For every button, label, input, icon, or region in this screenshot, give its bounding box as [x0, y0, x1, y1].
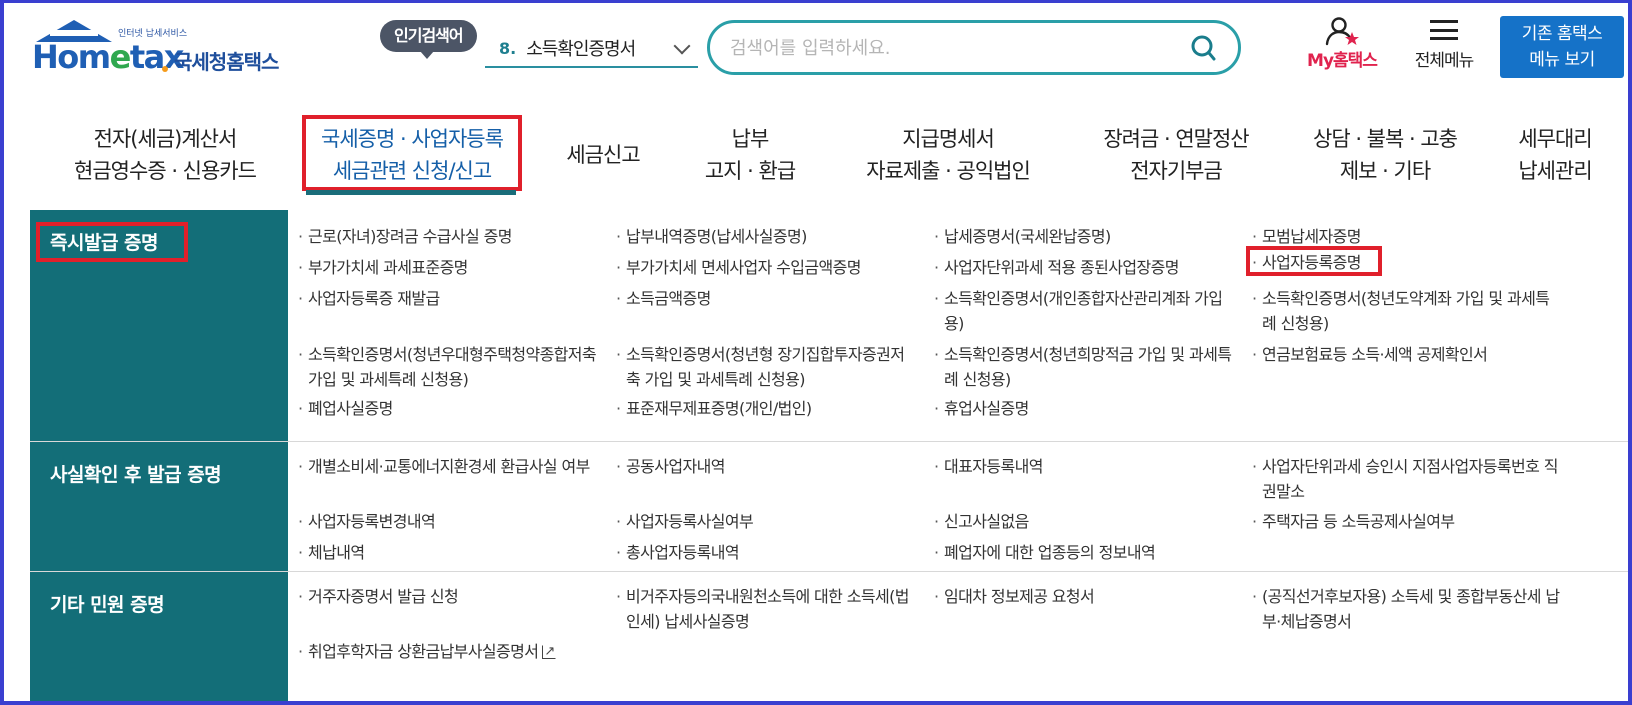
submenu-panel: 즉시발급 증명 근로(자녀)장려금 수급사실 증명 납부내역증명(납세사실증명)…	[30, 210, 1628, 705]
submenu-item[interactable]: 소득금액증명	[616, 286, 926, 311]
submenu-item[interactable]: 체납내역	[298, 540, 608, 565]
submenu-item[interactable]: 사업자단위과세 적용 종된사업장증명	[934, 255, 1244, 280]
my-hometax-label: My홈택스	[1307, 51, 1378, 71]
submenu-item[interactable]: 소득확인증명서(청년형 장기집합투자증권저축 가입 및 과세특례 신청용)	[616, 342, 916, 392]
gnb-label-line1: 지급명세서	[902, 127, 995, 151]
chevron-down-icon[interactable]	[673, 37, 691, 55]
logo-wordmark-pre: Hom	[32, 38, 111, 76]
gnb-tax-filing[interactable]: 세금신고	[548, 120, 658, 190]
house-logo-icon-inner	[50, 30, 98, 36]
submenu-item[interactable]: 신고사실없음	[934, 509, 1244, 534]
gnb-incentive-yearend[interactable]: 장려금 · 연말정산 전자기부금	[1086, 120, 1266, 190]
gnb-label-line1: 상담 · 불복 · 고충	[1313, 127, 1458, 151]
submenu-item[interactable]: 사업자등록증 재발급	[298, 286, 608, 311]
gnb-label-line1: 전자(세금)계산서	[93, 127, 238, 151]
gnb-label-line2: 고지 · 환급	[704, 159, 796, 183]
popular-search-badge: 인기검색어	[380, 20, 477, 59]
legacy-menu-line1: 기존 홈택스	[1521, 24, 1603, 44]
search-input[interactable]	[730, 33, 1170, 63]
legacy-menu-button[interactable]: 기존 홈택스 메뉴 보기	[1500, 16, 1624, 78]
section-other-civil: 기타 민원 증명 거주자증명서 발급 신청 비거주자등의국내원천소득에 대한 소…	[30, 572, 1628, 705]
legacy-menu-line2: 메뉴 보기	[1529, 50, 1595, 70]
gnb-label-line2: 제보 · 기타	[1339, 159, 1431, 183]
submenu-item[interactable]: 소득확인증명서(청년희망적금 가입 및 과세특례 신청용)	[934, 342, 1244, 392]
gnb-consultation[interactable]: 상담 · 불복 · 고충 제보 · 기타	[1300, 120, 1470, 190]
hamburger-menu-icon	[1430, 20, 1458, 40]
submenu-item[interactable]: 소득확인증명서(청년도약계좌 가입 및 과세특례 신청용)	[1252, 286, 1562, 336]
section-instant-issue: 즉시발급 증명 근로(자녀)장려금 수급사실 증명 납부내역증명(납세사실증명)…	[30, 210, 1628, 442]
logo-dot	[162, 66, 168, 72]
all-menu-button[interactable]: 전체메뉴	[1402, 14, 1486, 76]
global-navigation: 전자(세금)계산서 현금영수증 · 신용카드 국세증명 · 사업자등록 세금관련…	[0, 110, 1632, 200]
submenu-item[interactable]: 사업자등록변경내역	[298, 509, 608, 534]
gnb-certificate-registration[interactable]: 국세증명 · 사업자등록 세금관련 신청/신고	[302, 120, 522, 190]
logo-subtitle: 국세청홈택스	[174, 50, 279, 74]
section-verified-issue: 사실확인 후 발급 증명 개별소비세·교통에너지환경세 환급사실 여부 공동사업…	[30, 442, 1628, 572]
gnb-tax-invoice[interactable]: 전자(세금)계산서 현금영수증 · 신용카드	[50, 120, 280, 190]
external-link-icon	[542, 639, 557, 664]
section-title: 사실확인 후 발급 증명	[50, 464, 222, 486]
submenu-item[interactable]: 비거주자등의국내원천소득에 대한 소득세(법인세) 납세사실증명	[616, 584, 916, 634]
submenu-item[interactable]: (공직선거후보자용) 소득세 및 종합부동산세 납부·체납증명서	[1252, 584, 1562, 634]
submenu-item[interactable]: 폐업사실증명	[298, 396, 608, 421]
search-box	[707, 20, 1241, 75]
submenu-item[interactable]: 연금보험료등 소득·세액 공제확인서	[1252, 342, 1582, 367]
submenu-item[interactable]: 임대차 정보제공 요청서	[934, 584, 1244, 609]
gnb-active-underline	[306, 190, 516, 195]
hometax-logo[interactable]: 인터넷 납세서비스 Hometax 국세청홈택스	[30, 16, 300, 80]
section-title: 즉시발급 증명	[50, 232, 159, 254]
gnb-payment[interactable]: 납부 고지 · 환급	[690, 120, 810, 190]
all-menu-label: 전체메뉴	[1414, 51, 1475, 71]
popular-search-rank: 8.	[499, 38, 517, 58]
gnb-label-line2: 세금관련 신청/신고	[332, 159, 492, 183]
submenu-item[interactable]: 폐업자에 대한 업종등의 정보내역	[934, 540, 1244, 565]
section-title-column: 사실확인 후 발급 증명	[30, 442, 288, 571]
submenu-item-business-registration[interactable]: 사업자등록증명	[1252, 250, 1562, 275]
section-title-column: 즉시발급 증명	[30, 210, 288, 441]
gnb-label-line2: 납세관리	[1518, 159, 1592, 183]
submenu-item[interactable]: 부가가치세 과세표준증명	[298, 255, 608, 280]
gnb-payment-statement[interactable]: 지급명세서 자료제출 · 공익법인	[848, 120, 1048, 190]
submenu-item[interactable]: 사업자단위과세 승인시 지점사업자등록번호 직권말소	[1252, 454, 1562, 504]
gnb-label-line2: 현금영수증 · 신용카드	[74, 159, 257, 183]
submenu-item-student-loan[interactable]: 취업후학자금 상환금납부사실증명서	[298, 639, 658, 664]
logo-wordmark: Hometax	[32, 38, 184, 76]
submenu-item-label: 취업후학자금 상환금납부사실증명서	[308, 642, 539, 661]
submenu-item[interactable]: 소득확인증명서(청년우대형주택청약종합저축 가입 및 과세특례 신청용)	[298, 342, 608, 392]
user-icon	[1325, 17, 1359, 46]
gnb-label-line1: 납부	[731, 127, 770, 151]
submenu-item[interactable]: 납부내역증명(납세사실증명)	[616, 224, 926, 249]
gnb-label-line2: 자료제출 · 공익법인	[866, 159, 1031, 183]
gnb-label-line1: 국세증명 · 사업자등록	[321, 127, 504, 151]
submenu-item[interactable]: 개별소비세·교통에너지환경세 환급사실 여부	[298, 454, 608, 479]
submenu-item[interactable]: 휴업사실증명	[934, 396, 1244, 421]
submenu-item[interactable]: 소득확인증명서(개인종합자산관리계좌 가입용)	[934, 286, 1239, 336]
logo-wordmark-e: e	[109, 38, 132, 76]
submenu-item[interactable]: 표준재무제표증명(개인/법인)	[616, 396, 926, 421]
gnb-label-line2: 전자기부금	[1130, 159, 1223, 183]
search-icon[interactable]	[1190, 34, 1216, 64]
popular-search-select[interactable]: 8. 소득확인증명서	[485, 30, 698, 68]
submenu-item[interactable]: 부가가치세 면세사업자 수입금액증명	[616, 255, 926, 280]
popular-search-term: 소득확인증명서	[526, 39, 636, 60]
gnb-label-line1: 장려금 · 연말정산	[1103, 127, 1249, 151]
submenu-item[interactable]: 납세증명서(국세완납증명)	[934, 224, 1244, 249]
gnb-tax-agent[interactable]: 세무대리 납세관리	[1500, 120, 1610, 190]
submenu-item[interactable]: 공동사업자내역	[616, 454, 926, 479]
gnb-label-line1: 세금신고	[566, 143, 640, 167]
section-title-column: 기타 민원 증명	[30, 572, 288, 705]
gnb-label-line1: 세무대리	[1518, 127, 1592, 151]
section-title: 기타 민원 증명	[50, 594, 165, 616]
submenu-item[interactable]: 거주자증명서 발급 신청	[298, 584, 608, 609]
submenu-item[interactable]: 사업자등록사실여부	[616, 509, 926, 534]
submenu-item[interactable]: 대표자등록내역	[934, 454, 1244, 479]
submenu-item[interactable]: 주택자금 등 소득공제사실여부	[1252, 509, 1582, 534]
submenu-item[interactable]: 근로(자녀)장려금 수급사실 증명	[298, 224, 608, 249]
submenu-item[interactable]: 총사업자등록내역	[616, 540, 926, 565]
my-hometax-button[interactable]: My홈택스	[1296, 14, 1388, 76]
